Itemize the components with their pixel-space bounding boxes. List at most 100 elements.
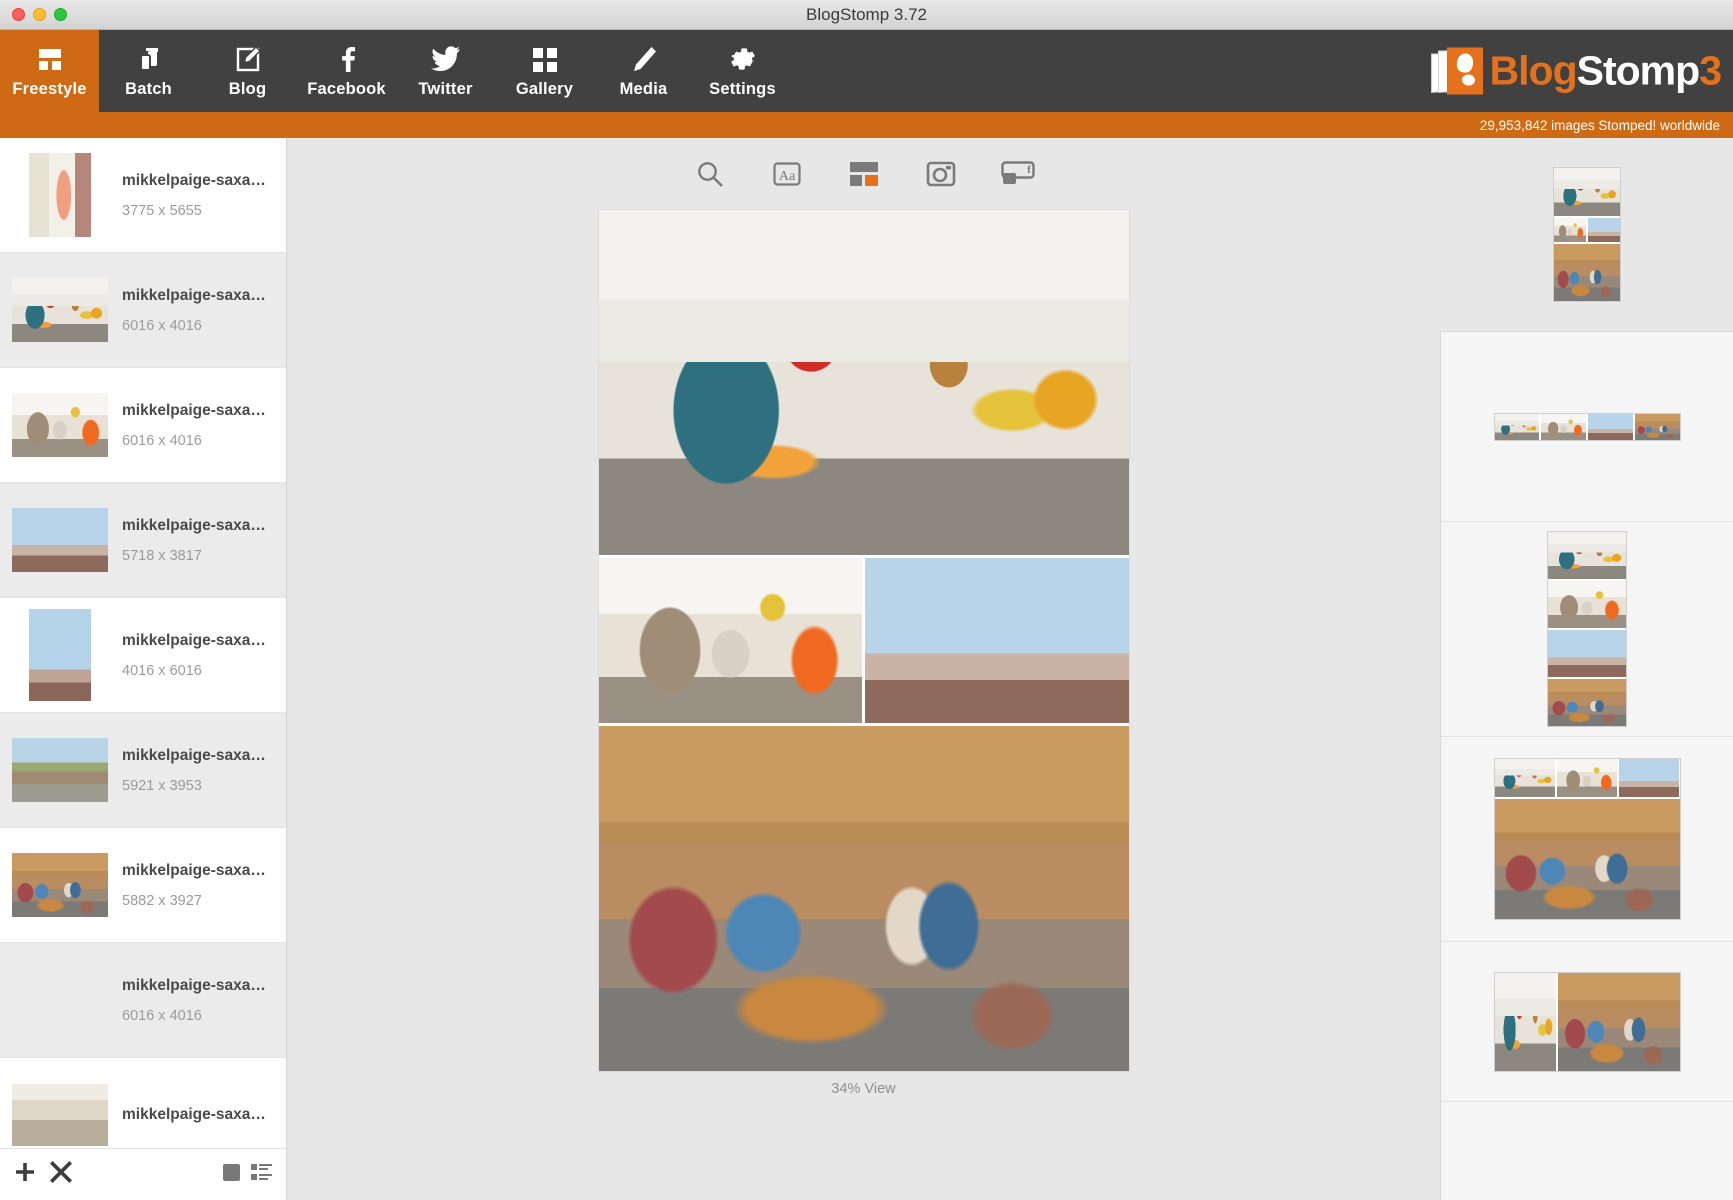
nav-label: Batch	[125, 80, 172, 98]
single-view-icon[interactable]	[222, 1163, 241, 1187]
zoom-level-label: 34% View	[831, 1081, 896, 1097]
collage-cell-puppet-workshop-wide[interactable]	[598, 210, 1129, 555]
layout-collage-icon[interactable]	[846, 156, 882, 192]
file-name: mikkelpaige-saxapa...	[122, 401, 274, 419]
collage-cell-signpost-landscape[interactable]	[864, 558, 1129, 723]
collage-row	[598, 210, 1129, 555]
layout-preview	[1494, 972, 1680, 1071]
instagram-icon[interactable]	[923, 156, 959, 192]
list-view-icon[interactable]	[251, 1163, 272, 1187]
media-pencil-icon	[630, 43, 658, 73]
file-list-item[interactable]: mikkelpaige-saxapa... 5882 x 3927	[0, 828, 286, 943]
file-list-item[interactable]: mikkelpaige-saxapa... 5921 x 3953	[0, 713, 286, 828]
thumbnail-image	[12, 738, 108, 802]
collage-canvas-wrapper: 34% View	[598, 210, 1129, 1097]
file-name: mikkelpaige-saxapa...	[122, 976, 274, 994]
layout-option-split-pair[interactable]	[1441, 942, 1733, 1102]
layout-option-vertical-stack[interactable]	[1441, 522, 1733, 737]
batch-stack-icon	[135, 43, 163, 73]
file-list-item[interactable]: mikkelpaige-saxapa... 4016 x 6016	[0, 598, 286, 713]
stomp-counter-text: 29,953,842 images Stomped! worldwide	[1479, 117, 1720, 133]
thumbnail-image	[12, 278, 108, 342]
file-thumbnail	[12, 153, 108, 237]
layout-option-4across[interactable]	[1441, 332, 1733, 522]
nav-item-freestyle[interactable]: Freestyle	[0, 30, 99, 112]
thumbnail-image	[12, 1084, 108, 1146]
file-thumbnail	[12, 1084, 108, 1146]
file-thumbnail	[12, 278, 108, 342]
text-aa-icon[interactable]: Aa	[769, 156, 805, 192]
facebook-timeline-icon[interactable]: f	[1000, 156, 1036, 192]
file-list-item[interactable]: mikkelpaige-saxapa...	[0, 1058, 286, 1148]
preview-cell	[1548, 679, 1626, 726]
preview-cell	[1494, 972, 1556, 1071]
file-thumbnail	[12, 609, 108, 701]
nav-label: Blog	[228, 80, 267, 98]
file-name: mikkelpaige-saxapa...	[122, 746, 274, 764]
freestyle-layout-icon	[36, 43, 64, 73]
collage-cell-restaurant-interior[interactable]	[598, 726, 1129, 1071]
svg-text:Aa: Aa	[778, 169, 795, 184]
file-name: mikkelpaige-saxapa...	[122, 1106, 274, 1123]
window-title: BlogStomp 3.72	[806, 4, 927, 24]
preview-cell	[1634, 413, 1680, 440]
layout-preview	[1553, 168, 1620, 301]
file-dimensions: 6016 x 4016	[122, 317, 202, 334]
preview-cell	[1556, 759, 1618, 797]
current-collage-preview[interactable]	[1440, 138, 1733, 331]
nav-label: Twitter	[418, 80, 473, 98]
preview-cell	[1548, 532, 1626, 579]
main-navbar: Freestyle Batch Blog Facebook Twitter Ga…	[0, 30, 1733, 112]
layout-option-3top-1big[interactable]	[1441, 737, 1733, 942]
nav-item-twitter[interactable]: Twitter	[396, 30, 495, 112]
search-zoom-icon[interactable]	[692, 156, 728, 192]
preview-cell	[1553, 218, 1586, 242]
file-list-item[interactable]: mikkelpaige-saxapa... 6016 x 4016	[0, 253, 286, 368]
preview-cell	[1553, 168, 1620, 216]
file-dimensions: 6016 x 4016	[122, 1007, 202, 1024]
file-thumbnail	[12, 738, 108, 802]
preview-cell	[1557, 972, 1680, 1071]
workspace: mikkelpaige-saxapa... 3775 x 5655 mikkelpa…	[0, 138, 1733, 1200]
preview-cell	[1553, 244, 1620, 301]
thumbnail-image	[12, 508, 108, 572]
file-list[interactable]: mikkelpaige-saxapa... 3775 x 5655 mikkelpa…	[0, 138, 286, 1148]
remove-image-button[interactable]	[50, 1161, 72, 1188]
file-name: mikkelpaige-saxapa...	[122, 861, 274, 879]
twitter-bird-icon	[430, 43, 461, 73]
sidebar-footer	[0, 1148, 286, 1200]
canvas-toolbar: Aa f	[287, 138, 1440, 210]
nav-item-batch[interactable]: Batch	[99, 30, 198, 112]
file-name: mikkelpaige-saxapa...	[122, 171, 274, 189]
nav-item-blog[interactable]: Blog	[198, 30, 297, 112]
nav-item-gallery[interactable]: Gallery	[495, 30, 594, 112]
brand-part-blog: Blog	[1489, 47, 1578, 94]
nav-label: Facebook	[307, 80, 386, 98]
nav-label: Gallery	[515, 80, 574, 98]
file-list-item[interactable]: mikkelpaige-saxapa... 3775 x 5655	[0, 138, 286, 253]
preview-cell	[1619, 759, 1680, 797]
nav-label: Media	[619, 80, 668, 98]
nav-item-settings[interactable]: Settings	[693, 30, 792, 112]
file-list-item[interactable]: mikkelpaige-saxapa... 6016 x 4016	[0, 943, 286, 1058]
file-list-item[interactable]: mikkelpaige-saxapa... 6016 x 4016	[0, 368, 286, 483]
layout-options-list[interactable]	[1440, 331, 1733, 1200]
preview-cell	[1548, 630, 1626, 677]
file-thumbnail	[12, 393, 108, 457]
file-dimensions: 3775 x 5655	[122, 202, 202, 219]
thumbnail-image	[29, 153, 91, 237]
nav-item-media[interactable]: Media	[594, 30, 693, 112]
collage-canvas[interactable]	[598, 210, 1129, 1071]
file-name: mikkelpaige-saxapa...	[122, 516, 274, 534]
file-dimensions: 6016 x 4016	[122, 432, 202, 449]
brand-wordmark: BlogStomp3	[1489, 47, 1722, 94]
blog-pencil-icon	[234, 43, 262, 73]
nav-item-facebook[interactable]: Facebook	[297, 30, 396, 112]
preview-cell	[1494, 413, 1540, 440]
thumbnail-image	[12, 393, 108, 457]
collage-cell-puppet-closeup[interactable]	[598, 558, 862, 723]
add-image-button[interactable]	[14, 1161, 36, 1188]
file-list-item[interactable]: mikkelpaige-saxapa... 5718 x 3817	[0, 483, 286, 598]
collage-row	[598, 726, 1129, 1071]
footprint-logo-icon	[1430, 47, 1483, 95]
